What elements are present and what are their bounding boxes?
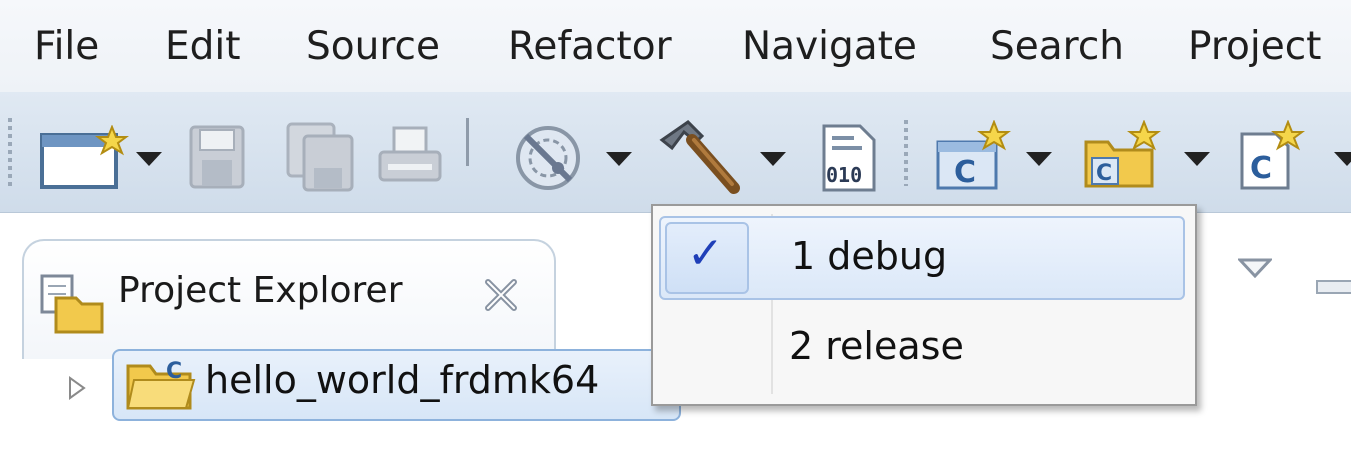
build-config-menu: ✓ 1 debug 2 release [651,204,1197,406]
c-project-folder-icon: C [124,356,196,416]
debug-config-icon[interactable] [512,122,584,196]
new-c-class-icon[interactable]: C [1236,119,1306,196]
new-c-folder-dropdown-arrow-icon[interactable] [1184,151,1210,170]
new-c-project-icon[interactable]: C [932,119,1012,196]
menu-refactor[interactable]: Refactor [508,22,672,72]
save-all-icon[interactable] [286,122,356,196]
close-icon[interactable] [484,278,518,316]
save-icon[interactable] [188,124,246,194]
build-dropdown-arrow-icon[interactable] [760,151,786,170]
menu-bar: File Edit Source Refactor Navigate Searc… [0,0,1351,93]
project-explorer-icon [38,274,106,338]
minimize-icon[interactable] [1316,280,1351,294]
menu-item-label: 2 release [789,324,964,368]
menu-file[interactable]: File [34,22,99,72]
view-menu-icon[interactable] [1236,258,1274,282]
menu-search[interactable]: Search [990,22,1124,72]
print-icon[interactable] [378,124,442,192]
c-letter: C [166,359,182,384]
new-dropdown-arrow-icon[interactable] [136,151,162,170]
toolbar-grip[interactable] [8,118,12,188]
expand-arrow-icon[interactable] [68,376,86,404]
menu-item-release[interactable]: 2 release [659,306,1185,390]
menu-navigate[interactable]: Navigate [742,22,917,72]
binary-label: 010 [826,163,862,187]
toolbar-grip[interactable] [904,120,908,186]
new-c-class-dropdown-arrow-icon[interactable] [1334,151,1351,170]
c-letter: C [1250,151,1272,186]
c-letter: C [1096,161,1112,186]
new-wizard-icon[interactable] [40,124,132,195]
menu-project[interactable]: Project [1188,22,1321,72]
menu-item-debug[interactable]: ✓ 1 debug [659,216,1185,300]
project-name: hello_world_frdmk64 [205,358,600,402]
tab-label: Project Explorer [118,270,403,311]
debug-dropdown-arrow-icon[interactable] [606,151,632,170]
menu-source[interactable]: Source [306,22,440,72]
toolbar-separator [466,118,469,166]
new-c-project-dropdown-arrow-icon[interactable] [1026,151,1052,170]
menu-item-label: 1 debug [791,234,948,278]
c-letter: C [954,155,976,190]
menu-edit[interactable]: Edit [165,22,241,72]
binary-010-icon[interactable]: 010 [820,122,878,198]
new-c-folder-icon[interactable]: C [1082,119,1162,196]
checkmark-icon: ✓ [687,228,724,279]
build-hammer-icon[interactable] [658,118,742,200]
